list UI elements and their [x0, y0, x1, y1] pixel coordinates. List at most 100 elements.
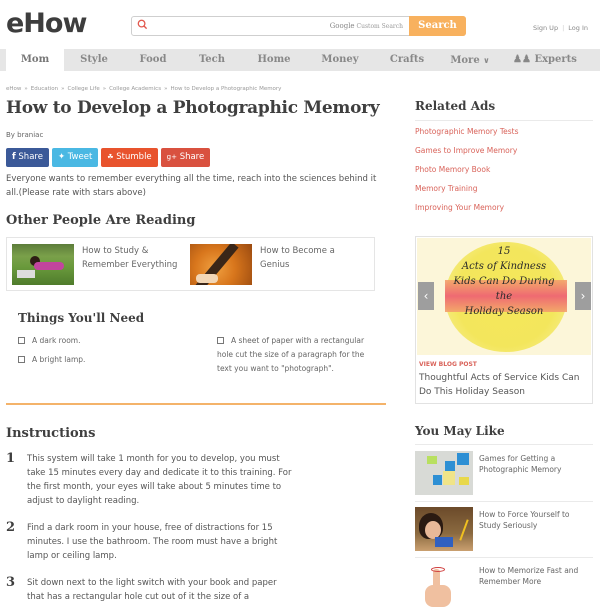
view-blog-post-link[interactable]: VIEW BLOG POST [419, 361, 477, 368]
nav-tab-more-label: More [450, 55, 480, 66]
breadcrumb-separator: » [164, 86, 168, 92]
stumbleupon-button[interactable]: ☘ Stumble [101, 148, 158, 167]
image-caption: 15 Acts of Kindness Kids Can Do During t… [417, 244, 591, 319]
related-ad-link[interactable]: Photographic Memory Tests [415, 126, 519, 145]
sticky-notes-thumbnail [415, 451, 473, 495]
other-reading-heading: Other People Are Reading [6, 213, 196, 228]
nav-tab-mom[interactable]: Mom [6, 49, 64, 71]
need-item: A dark room. [18, 334, 80, 348]
you-may-like-title: How to Force Yourself to Study Seriously [479, 510, 570, 530]
checkbox[interactable] [217, 337, 224, 344]
image-caption-line: Holiday Season [464, 306, 544, 317]
you-may-like-title: Games for Getting a Photographic Memory [479, 454, 562, 474]
nav-tab-style[interactable]: Style [64, 49, 124, 71]
you-may-like-item[interactable]: How to Memorize Fast and Remember More [415, 563, 593, 607]
other-reading-box: How to Study & Remember Everything How t… [6, 237, 375, 291]
share-label: Share [18, 152, 43, 162]
you-may-like-title: How to Memorize Fast and Remember More [479, 566, 579, 586]
you-may-like-item[interactable]: Games for Getting a Photographic Memory [415, 451, 593, 495]
image-caption-line: Acts of Kindness [461, 261, 547, 272]
sidebar-divider [415, 557, 593, 558]
chevron-left-icon: ‹ [423, 289, 429, 303]
image-caption-line: Kids Can Do During [453, 276, 555, 287]
search-button[interactable]: Search [409, 16, 466, 36]
finger-string-thumbnail [415, 563, 473, 607]
carousel-next-button[interactable]: › [575, 282, 591, 310]
image-caption-line: the [495, 291, 513, 302]
related-ads-list: Photographic Memory Tests Games to Impro… [415, 126, 519, 221]
related-ad-link[interactable]: Photo Memory Book [415, 164, 519, 183]
twitter-tweet-button[interactable]: ✦ Tweet [51, 148, 99, 167]
you-may-like-item[interactable]: How to Force Yourself to Study Seriously [415, 507, 593, 551]
twitter-icon: ✦ [57, 152, 66, 162]
share-buttons: f Share ✦ Tweet ☘ Stumble g+ Share [6, 148, 211, 167]
google-plus-share-button[interactable]: g+ Share [160, 148, 211, 167]
user-links: Sign Up | Log In [533, 24, 588, 32]
other-reading-item[interactable]: How to Study & Remember Everything [12, 244, 182, 285]
nav-tab-tech[interactable]: Tech [182, 49, 242, 71]
search-box[interactable]: Google Custom Search Search [131, 16, 466, 36]
separator: | [562, 24, 565, 32]
facebook-share-button[interactable]: f Share [6, 148, 49, 167]
need-item: A sheet of paper with a rectangular hole… [217, 334, 367, 376]
related-ads-heading: Related Ads [415, 99, 496, 113]
you-may-like-heading: You May Like [415, 424, 505, 438]
sign-up-link[interactable]: Sign Up [533, 24, 558, 32]
other-reading-item[interactable]: How to Become a Genius [190, 244, 350, 285]
facebook-icon: f [12, 152, 16, 162]
search-input[interactable] [152, 19, 322, 33]
carousel-prev-button[interactable]: ‹ [418, 282, 434, 310]
breadcrumb-separator: » [102, 86, 107, 92]
step-number: 1 [6, 451, 16, 466]
need-item: A bright lamp. [18, 353, 85, 367]
tweet-label: Tweet [67, 152, 93, 162]
blog-post-title[interactable]: Thoughtful Acts of Service Kids Can Do T… [419, 371, 589, 399]
search-icon [137, 19, 148, 30]
things-you-need-heading: Things You'll Need [18, 311, 145, 325]
related-ad-link[interactable]: Memory Training [415, 183, 519, 202]
study-thumbnail [12, 244, 74, 285]
instructions-heading: Instructions [6, 426, 96, 441]
section-divider [6, 403, 386, 405]
breadcrumb-item[interactable]: Education [31, 86, 58, 92]
nav-tab-crafts[interactable]: Crafts [374, 49, 440, 71]
step-number: 2 [6, 520, 16, 535]
need-item-text: A dark room. [32, 336, 81, 345]
stumbleupon-icon: ☘ [107, 153, 114, 161]
instruction-step: 2 Find a dark room in your house, free o… [6, 520, 286, 563]
nav-tab-more[interactable]: More ∨ [440, 49, 500, 71]
breadcrumb-item[interactable]: eHow [6, 86, 21, 92]
gplus-share-label: Share [179, 152, 205, 162]
checkbox[interactable] [18, 337, 25, 344]
breadcrumb-separator: » [24, 86, 28, 92]
child-studying-thumbnail [415, 507, 473, 551]
chevron-right-icon: › [580, 289, 586, 303]
step-number: 3 [6, 575, 16, 590]
page-title: How to Develop a Photographic Memory [6, 98, 380, 118]
breadcrumb-item[interactable]: College Life [68, 86, 100, 92]
google-custom-search-label: Google Custom Search [329, 22, 403, 30]
sidebar-divider [415, 501, 593, 502]
guitar-thumbnail [190, 244, 252, 285]
blog-post-image[interactable]: 15 Acts of Kindness Kids Can Do During t… [417, 238, 591, 355]
related-ad-link[interactable]: Improving Your Memory [415, 202, 519, 221]
related-ad-link[interactable]: Games to Improve Memory [415, 145, 519, 164]
nav-tab-money[interactable]: Money [306, 49, 374, 71]
breadcrumb-item[interactable]: How to Develop a Photographic Memory [170, 86, 281, 92]
chevron-down-icon: ∨ [483, 55, 490, 65]
other-reading-title: How to Become a Genius [260, 246, 335, 270]
blog-carousel: 15 Acts of Kindness Kids Can Do During t… [415, 236, 593, 404]
need-item-text: A sheet of paper with a rectangular hole… [217, 336, 365, 373]
nav-tab-experts[interactable]: ♟♟ Experts [500, 49, 590, 71]
breadcrumb-item[interactable]: College Academics [109, 86, 161, 92]
ehow-logo[interactable]: eHow [6, 8, 87, 39]
breadcrumb-separator: » [61, 86, 65, 92]
instruction-step: 1 This system will take 1 month for you … [6, 451, 291, 508]
log-in-link[interactable]: Log In [568, 24, 588, 32]
nav-tab-home[interactable]: Home [242, 49, 306, 71]
article-intro: Everyone wants to remember everything al… [6, 174, 377, 198]
need-item-text: A bright lamp. [32, 355, 86, 364]
sidebar-divider [415, 120, 593, 121]
nav-tab-food[interactable]: Food [124, 49, 182, 71]
checkbox[interactable] [18, 356, 25, 363]
